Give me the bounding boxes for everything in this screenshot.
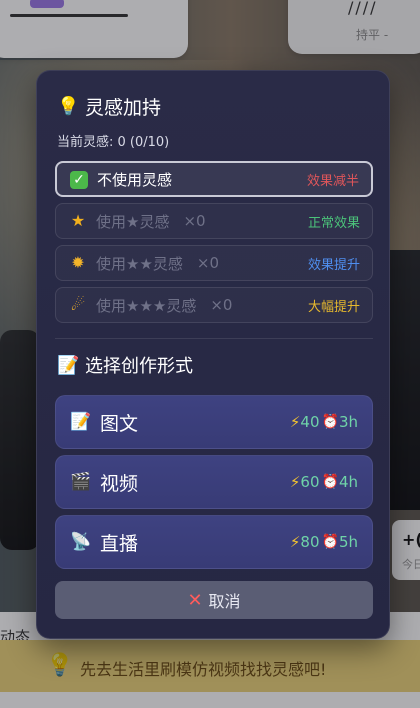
energy-cost: 80 bbox=[300, 533, 320, 551]
option-count: ×0 bbox=[196, 254, 220, 272]
memo-icon: 📝 bbox=[57, 354, 80, 376]
form-button-live[interactable]: 📡 直播 ⚡ 80 ⏰ 5h bbox=[55, 515, 373, 569]
option-effect: 正常效果 bbox=[307, 215, 360, 231]
comet-icon: ☄ bbox=[70, 295, 86, 314]
form-cost: ⚡ 60 ⏰ 4h bbox=[290, 473, 358, 491]
lightning-icon: ⚡ bbox=[289, 473, 301, 491]
cancel-button[interactable]: ✕ 取消 bbox=[55, 581, 373, 619]
sparkle-sun-icon: ✹ bbox=[71, 253, 85, 272]
option-count: ×0 bbox=[183, 212, 206, 230]
time-cost: 5h bbox=[338, 533, 358, 551]
alarm-clock-icon: ⏰ bbox=[321, 414, 339, 430]
option-two-star[interactable]: ✹ 使用★★灵感 ×0 效果提升 bbox=[55, 245, 373, 281]
form-section-header: 📝 选择创作形式 bbox=[57, 353, 193, 378]
option-one-star[interactable]: ★ 使用★灵感 ×0 正常效果 bbox=[55, 203, 373, 239]
close-icon: ✕ bbox=[187, 589, 203, 611]
form-button-video[interactable]: 🎬 视频 ⚡ 60 ⏰ 4h bbox=[55, 455, 373, 509]
lightbulb-icon: 💡 bbox=[57, 95, 80, 117]
modal-header: 💡 灵感加持 bbox=[57, 93, 161, 119]
alarm-clock-icon: ⏰ bbox=[321, 534, 339, 550]
star-icon: ★ bbox=[70, 211, 86, 230]
inspiration-modal: 💡 灵感加持 当前灵感: 0 (0/10) ✓ 不使用灵感 效果减半 ★ 使用★… bbox=[36, 70, 390, 639]
energy-cost: 60 bbox=[300, 473, 320, 491]
memo-icon: 📝 bbox=[70, 412, 92, 432]
time-cost: 4h bbox=[338, 473, 358, 491]
option-label: 使用★★灵感 bbox=[96, 254, 183, 273]
option-effect: 效果提升 bbox=[307, 257, 360, 273]
modal-title: 灵感加持 bbox=[85, 96, 162, 119]
section-divider bbox=[55, 338, 373, 339]
lightning-icon: ⚡ bbox=[289, 413, 301, 431]
option-three-star[interactable]: ☄ 使用★★★灵感 ×0 大幅提升 bbox=[55, 287, 373, 323]
option-effect: 大幅提升 bbox=[307, 299, 360, 315]
form-cost: ⚡ 40 ⏰ 3h bbox=[290, 413, 358, 431]
energy-cost: 40 bbox=[300, 413, 320, 431]
satellite-dish-icon: 📡 bbox=[70, 532, 92, 552]
form-label: 直播 bbox=[100, 532, 139, 555]
form-section-title: 选择创作形式 bbox=[85, 356, 193, 377]
form-cost: ⚡ 80 ⏰ 5h bbox=[290, 533, 358, 551]
alarm-clock-icon: ⏰ bbox=[321, 474, 339, 490]
option-label: 使用★★★灵感 bbox=[96, 296, 197, 315]
form-label: 图文 bbox=[100, 412, 139, 435]
option-label: 不使用灵感 bbox=[97, 170, 173, 189]
option-count: ×0 bbox=[210, 296, 233, 314]
cancel-label: 取消 bbox=[208, 592, 241, 611]
lightning-icon: ⚡ bbox=[289, 533, 301, 551]
time-cost: 3h bbox=[338, 413, 358, 431]
form-button-graphic[interactable]: 📝 图文 ⚡ 40 ⏰ 3h bbox=[55, 395, 373, 449]
option-no-inspiration[interactable]: ✓ 不使用灵感 效果减半 bbox=[55, 161, 373, 197]
option-effect: 效果减半 bbox=[306, 173, 359, 189]
form-label: 视频 bbox=[100, 472, 139, 495]
option-label: 使用★灵感 bbox=[96, 212, 170, 231]
current-inspiration: 当前灵感: 0 (0/10) bbox=[57, 135, 170, 150]
check-icon: ✓ bbox=[69, 170, 89, 189]
clapper-icon: 🎬 bbox=[70, 472, 92, 492]
